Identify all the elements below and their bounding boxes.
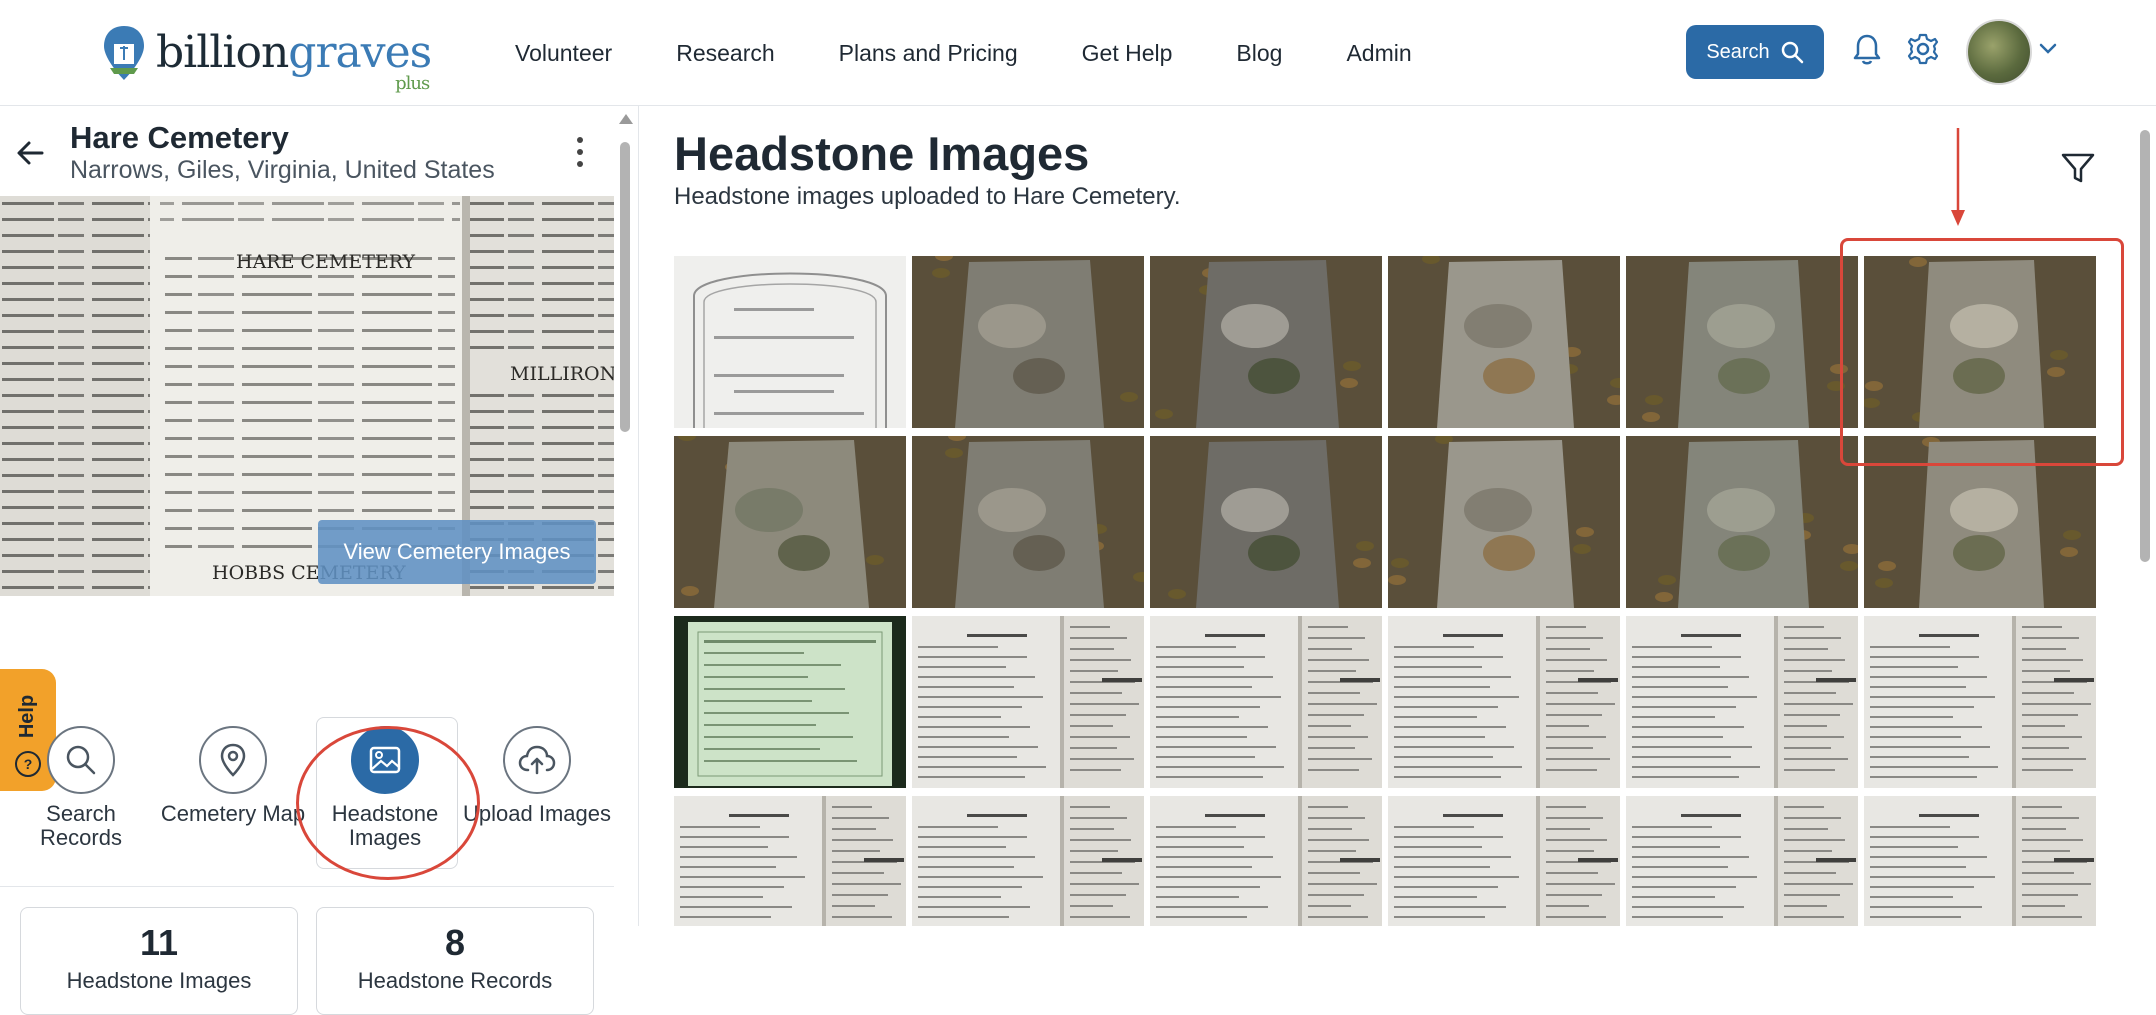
cemetery-map-action[interactable]: Cemetery Map (158, 726, 308, 826)
headstone-images-stat[interactable]: 11 Headstone Images (20, 907, 298, 1015)
headstone-thumbnail[interactable] (1388, 796, 1620, 926)
sidebar-scrollbar-thumb[interactable] (620, 142, 630, 432)
image-icon (369, 746, 401, 774)
cemetery-title: Hare Cemetery (70, 120, 289, 155)
headstone-thumbnail[interactable] (912, 436, 1144, 608)
headstone-thumbnail[interactable] (912, 256, 1144, 428)
logo-wordmark: billiongraves plus (156, 27, 432, 94)
headstone-images-action[interactable]: Headstone Images (310, 726, 460, 850)
headstone-thumbnail[interactable] (1626, 616, 1858, 788)
headstone-thumbnail[interactable] (912, 616, 1144, 788)
book-right-heading: MILLIRON (510, 363, 614, 385)
user-avatar[interactable] (1966, 19, 2032, 85)
search-records-label: Search Records (40, 801, 122, 850)
book-heading: HARE CEMETERY (236, 251, 416, 273)
upload-images-label: Upload Images (463, 801, 611, 826)
nav-volunteer[interactable]: Volunteer (515, 40, 612, 67)
nav-research[interactable]: Research (676, 40, 774, 67)
search-icon (1781, 41, 1803, 64)
headstone-thumbnail[interactable] (1626, 796, 1858, 926)
cloud-upload-icon (518, 745, 556, 775)
headstone-thumbnail[interactable] (1388, 436, 1620, 608)
headstone-thumbnail[interactable] (1150, 616, 1382, 788)
headstone-records-count: 8 (444, 922, 466, 963)
cemetery-sidebar: Hare Cemetery Narrows, Giles, Virginia, … (0, 106, 639, 1015)
nav-get-help[interactable]: Get Help (1082, 40, 1173, 67)
headstone-thumbnail[interactable] (674, 796, 906, 926)
chevron-down-icon[interactable] (2038, 42, 2058, 56)
page-subtitle: Headstone images uploaded to Hare Cemete… (674, 183, 1181, 210)
headstone-thumbnail[interactable] (674, 616, 906, 788)
nav-plans-and-pricing[interactable]: Plans and Pricing (839, 40, 1018, 67)
headstone-image-grid (674, 256, 2104, 926)
headstone-images-label: Headstone Images (331, 801, 439, 850)
settings-gear-icon[interactable] (1906, 32, 1940, 66)
search-button[interactable]: Search (1686, 25, 1824, 79)
headstone-thumbnail[interactable] (1626, 436, 1858, 608)
main-scrollbar-thumb[interactable] (2140, 130, 2150, 562)
headstone-thumbnail[interactable] (1626, 256, 1858, 428)
search-records-action[interactable]: Search Records (6, 726, 156, 850)
cemetery-location: Narrows, Giles, Virginia, United States (70, 156, 495, 184)
nav-admin[interactable]: Admin (1346, 40, 1411, 67)
headstone-thumbnail[interactable] (1150, 436, 1382, 608)
headstone-thumbnail[interactable] (674, 436, 906, 608)
billiongraves-logo[interactable]: billiongraves plus (100, 18, 432, 94)
back-arrow-icon[interactable] (14, 136, 48, 170)
headstone-thumbnail[interactable] (1864, 436, 2096, 608)
cemetery-map-label: Cemetery Map (160, 801, 306, 826)
headstone-images-stat-label: Headstone Images (66, 968, 252, 993)
headstone-thumbnail[interactable] (674, 256, 906, 428)
search-button-label: Search (1706, 40, 1770, 63)
section-divider (0, 886, 614, 887)
headstone-thumbnail[interactable] (1864, 256, 2096, 428)
scroll-up-arrow[interactable] (619, 114, 633, 124)
annotation-arrow (1951, 128, 1965, 226)
cemetery-map-circle (199, 726, 267, 794)
nav-blog[interactable]: Blog (1236, 40, 1282, 67)
headstone-records-stat[interactable]: 8 Headstone Records (316, 907, 594, 1015)
upload-images-circle (503, 726, 571, 794)
more-options-icon[interactable] (570, 134, 590, 170)
headstone-thumbnail[interactable] (1150, 256, 1382, 428)
headstone-images-count: 11 (139, 922, 179, 963)
headstone-records-stat-label: Headstone Records (357, 968, 553, 993)
headstone-thumbnail[interactable] (912, 796, 1144, 926)
search-icon (66, 745, 96, 775)
notification-bell-icon[interactable] (1852, 33, 1882, 67)
headstone-thumbnail[interactable] (1864, 796, 2096, 926)
page-title: Headstone Images (674, 127, 1090, 180)
filter-icon[interactable] (2060, 150, 2096, 186)
headstone-thumbnail[interactable] (1388, 616, 1620, 788)
logo-mark-icon (104, 26, 144, 80)
top-header: billiongraves plus Volunteer Research Pl… (0, 0, 2156, 106)
upload-images-action[interactable]: Upload Images (462, 726, 612, 826)
headstone-thumbnail[interactable] (1388, 256, 1620, 428)
view-cemetery-images-button[interactable]: View Cemetery Images (318, 520, 596, 584)
headstone-images-circle (351, 726, 419, 794)
main-nav: Volunteer Research Plans and Pricing Get… (515, 40, 1476, 67)
headstone-thumbnail[interactable] (1864, 616, 2096, 788)
map-pin-icon (220, 743, 246, 777)
logo-plus: plus (395, 73, 430, 94)
search-records-circle (47, 726, 115, 794)
headstone-thumbnail[interactable] (1150, 796, 1382, 926)
